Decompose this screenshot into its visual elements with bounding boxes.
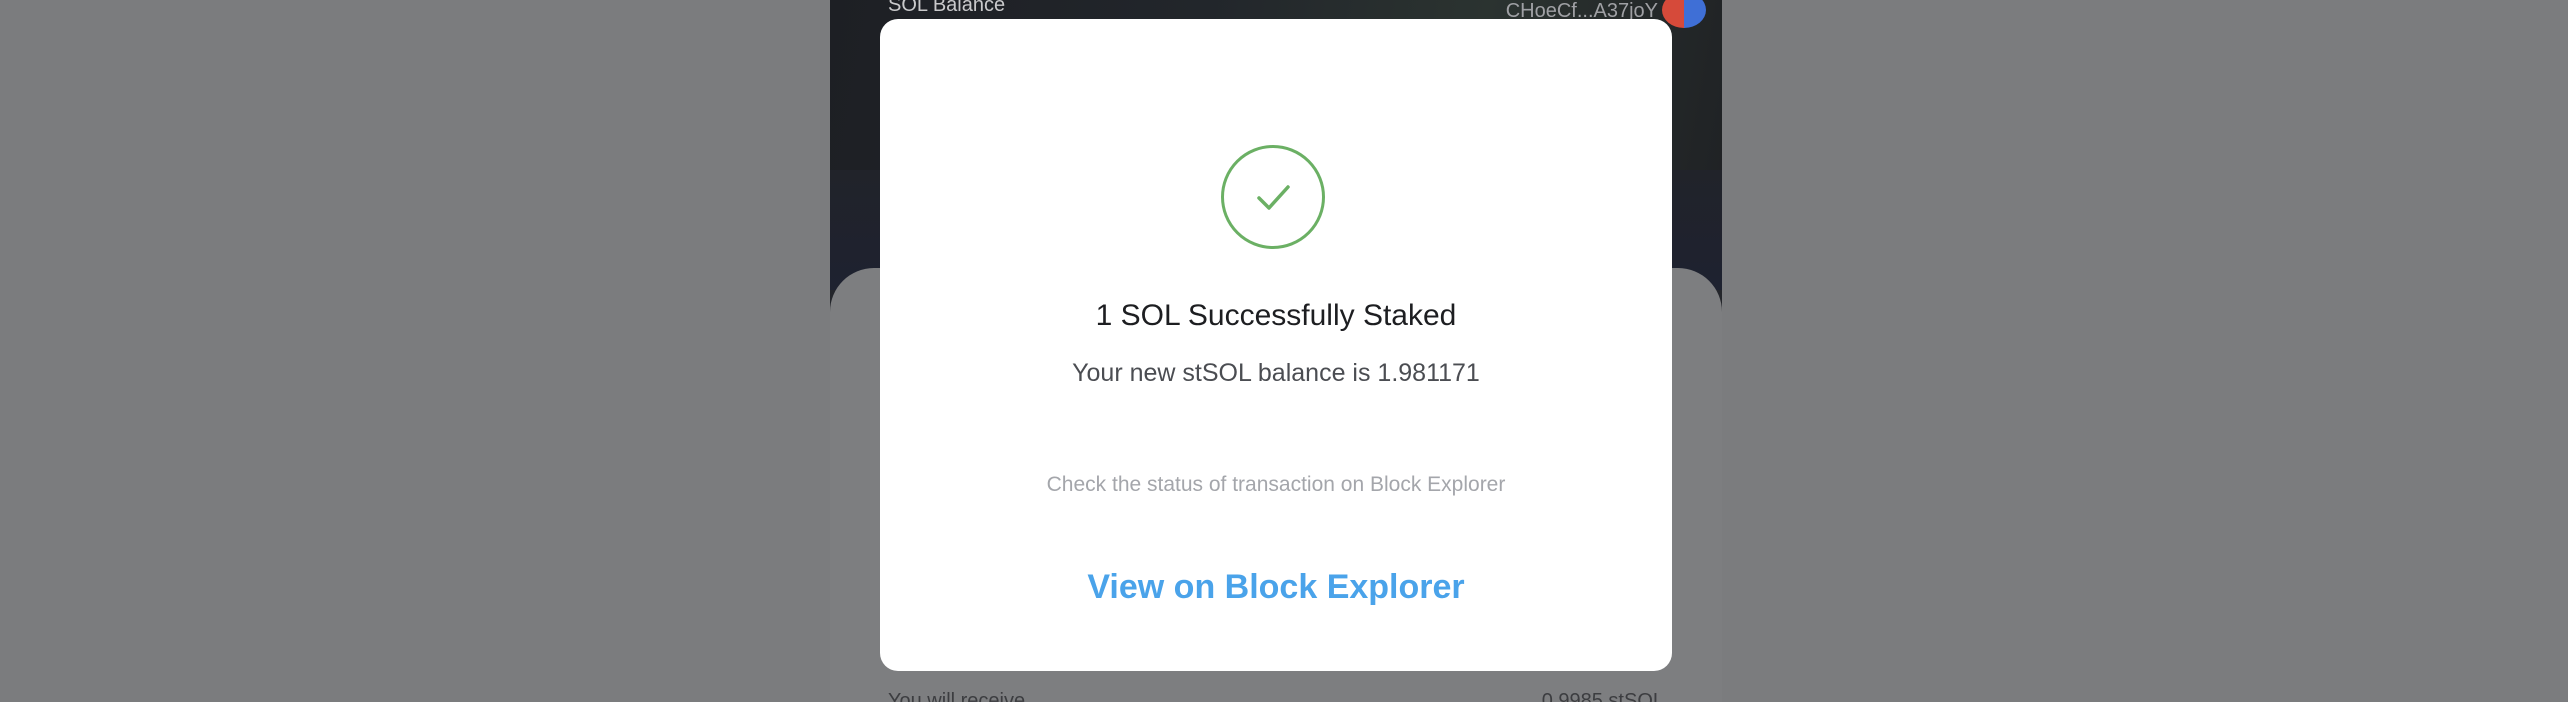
view-on-block-explorer-link[interactable]: View on Block Explorer — [880, 568, 1672, 607]
receive-value: 0.9985 stSOL — [1541, 690, 1664, 702]
new-balance-text: Your new stSOL balance is 1.981171 — [1072, 359, 1480, 387]
check-circle-icon — [1221, 145, 1325, 249]
success-modal: 1 SOL Successfully Staked Your new stSOL… — [880, 19, 1672, 671]
transaction-status-text: Check the status of transaction on Block… — [1046, 473, 1506, 496]
sol-balance-label: SOL Balance — [888, 0, 1006, 16]
check-mark-icon — [1257, 185, 1290, 210]
modal-title: 1 SOL Successfully Staked — [1095, 299, 1457, 332]
receive-label: You will receive — [888, 690, 1026, 702]
